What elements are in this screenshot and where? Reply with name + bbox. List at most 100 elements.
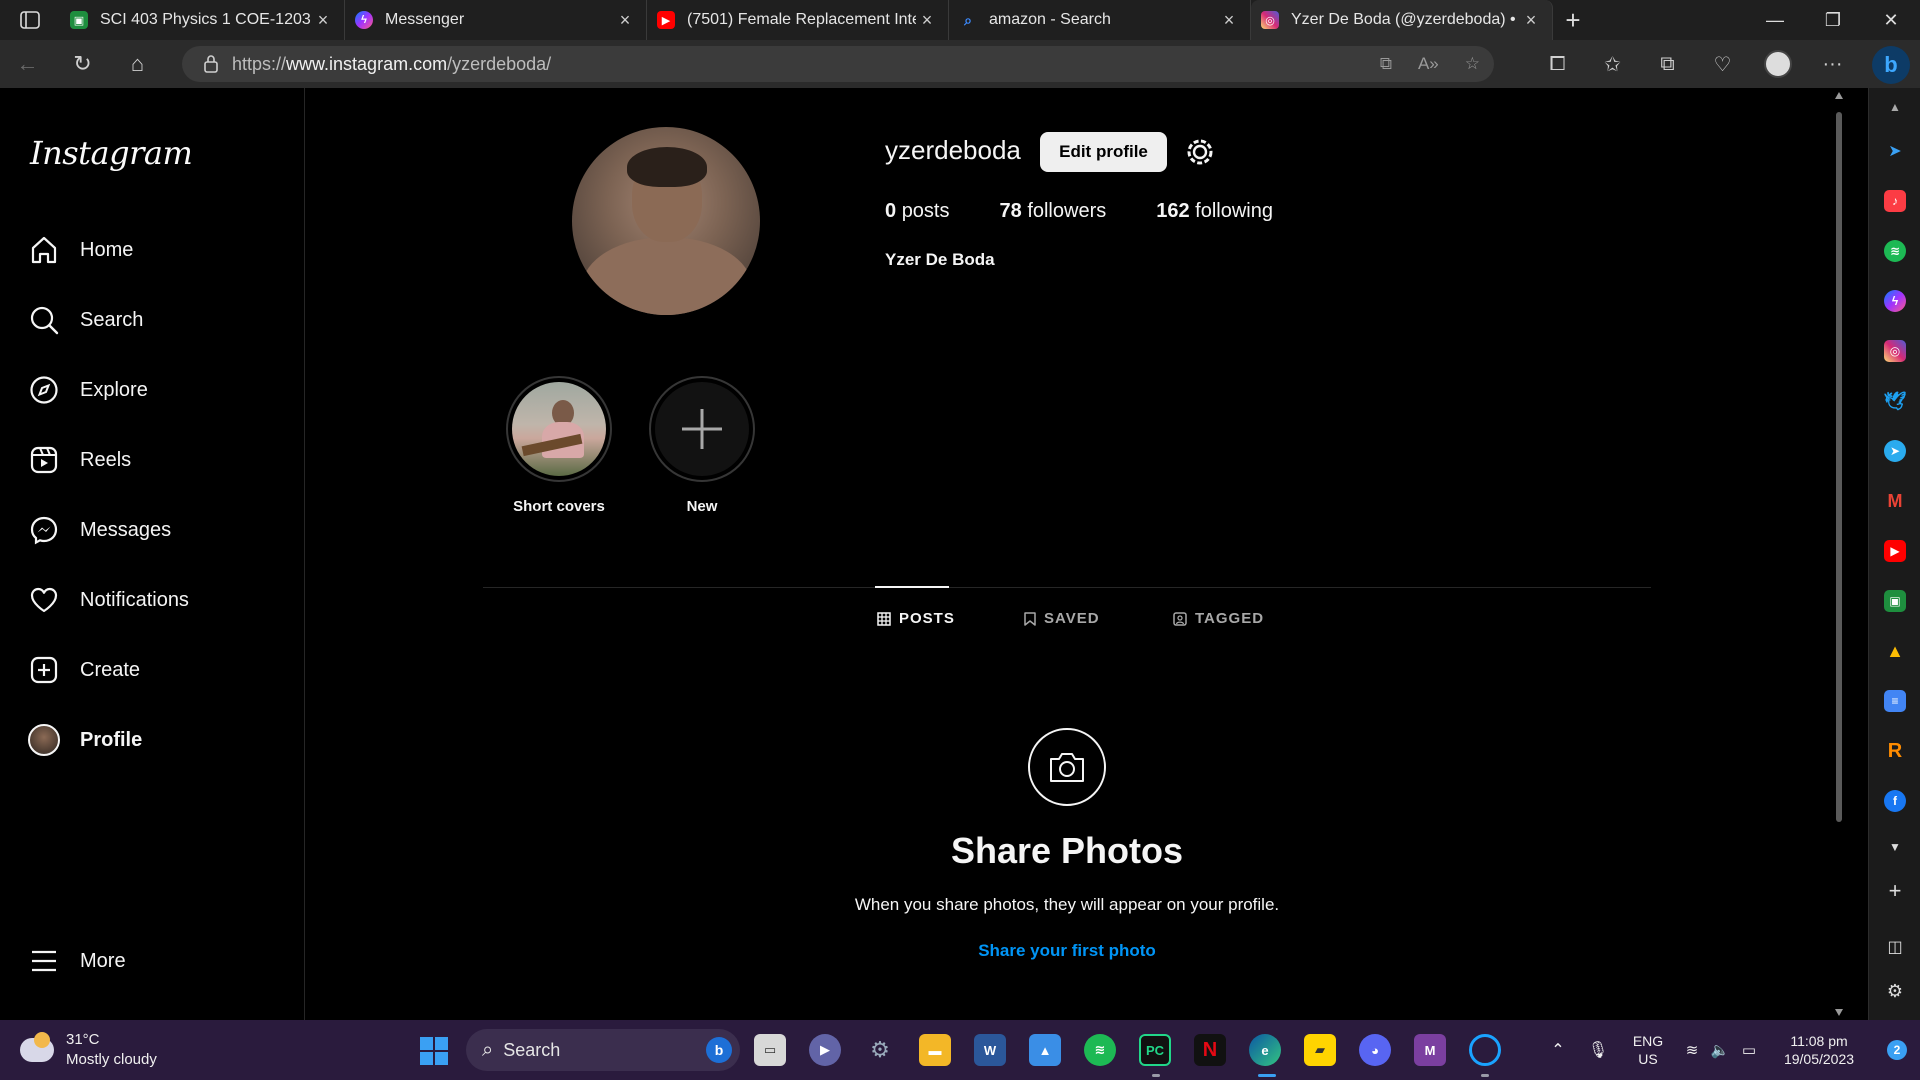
youtube-icon[interactable]: ▶ <box>1884 540 1906 562</box>
microphone-icon[interactable]: 🎙 <box>1578 1040 1618 1060</box>
weather-widget[interactable]: 31°C Mostly cloudy <box>20 1030 157 1070</box>
close-tab-icon[interactable]: × <box>1520 10 1542 31</box>
sidebar-settings-icon[interactable]: ⚙ <box>1884 980 1906 1002</box>
r-app-icon[interactable]: R <box>1884 740 1906 762</box>
tab-tagged[interactable]: TAGGED <box>1173 610 1264 627</box>
highlight-short-covers[interactable]: Short covers <box>506 376 612 515</box>
search-icon: ⌕ <box>964 11 972 28</box>
highlight-new[interactable]: New <box>649 376 755 515</box>
restore-icon[interactable]: ❐ <box>1804 0 1862 40</box>
send-icon[interactable]: ➤ <box>1884 140 1906 162</box>
discord-icon[interactable]: ◕ <box>1359 1034 1391 1066</box>
close-tab-icon[interactable]: × <box>312 10 334 31</box>
word-icon[interactable]: W <box>974 1034 1006 1066</box>
google-drive-icon[interactable]: ▲ <box>1884 640 1906 662</box>
photos-icon[interactable]: ▲ <box>1029 1034 1061 1066</box>
extensions-icon[interactable]: ⧠ <box>1530 40 1585 88</box>
edit-profile-button[interactable]: Edit profile <box>1040 132 1167 172</box>
browser-tab-active[interactable]: ◎ Yzer De Boda (@yzerdeboda) • In × <box>1251 0 1553 40</box>
nav-item-search[interactable]: Search <box>28 296 143 344</box>
address-bar[interactable]: https://www.instagram.com/yzerdeboda/ ⧉ … <box>182 46 1494 82</box>
spotify-icon[interactable]: ≋ <box>1084 1034 1116 1066</box>
browser-tab[interactable]: ▣ SCI 403 Physics 1 COE-1203 Mon × <box>60 0 345 40</box>
share-first-photo-link[interactable]: Share your first photo <box>0 941 1920 961</box>
nav-item-explore[interactable]: Explore <box>28 366 148 414</box>
followers-link[interactable]: 78 followers <box>1000 200 1107 223</box>
classroom-icon[interactable]: ▣ <box>1884 590 1906 612</box>
open-in-app-icon[interactable]: ⧉ <box>1380 54 1392 74</box>
new-tab-button[interactable]: + <box>1553 0 1593 40</box>
following-link[interactable]: 162 following <box>1156 200 1273 223</box>
favorites-icon[interactable]: ✩ <box>1585 40 1640 88</box>
profile-avatar[interactable] <box>1750 40 1805 88</box>
close-tab-icon[interactable]: × <box>916 10 938 31</box>
task-view-icon[interactable]: ▭ <box>754 1034 786 1066</box>
telegram-icon[interactable]: ➤ <box>1884 440 1906 462</box>
pycharm-icon[interactable]: PC <box>1139 1034 1171 1066</box>
sidebar-scroll-up-icon[interactable]: ▲ <box>1884 96 1906 118</box>
notification-center[interactable]: 2 <box>1874 1040 1920 1060</box>
home-button[interactable]: ⌂ <box>110 40 165 88</box>
minimize-icon[interactable]: — <box>1746 0 1804 40</box>
bing-copilot-button[interactable]: b <box>1872 46 1910 84</box>
m-app-icon[interactable]: M <box>1414 1034 1446 1066</box>
tab-posts[interactable]: POSTS <box>877 610 955 627</box>
nav-item-home[interactable]: Home <box>28 226 133 274</box>
nav-item-notifications[interactable]: Notifications <box>28 576 189 624</box>
nav-label: Notifications <box>80 588 189 611</box>
browser-tab[interactable]: ϟ Messenger × <box>345 0 647 40</box>
wifi-icon[interactable]: ≋ <box>1678 1041 1706 1059</box>
sticky-notes-icon[interactable]: ▰ <box>1304 1034 1336 1066</box>
chevron-up-icon[interactable]: ⌃ <box>1538 1040 1578 1060</box>
close-tab-icon[interactable]: × <box>614 10 636 31</box>
read-aloud-icon[interactable]: A» <box>1418 54 1439 74</box>
nav-item-profile[interactable]: Profile <box>28 716 142 764</box>
edge-icon[interactable]: e <box>1249 1034 1281 1066</box>
twitter-icon[interactable]: 🕊 <box>1884 390 1907 412</box>
taskbar-search[interactable]: ⌕ Search b <box>466 1029 740 1071</box>
clock[interactable]: 11:08 pm 19/05/2023 <box>1764 1032 1874 1068</box>
page-scrollbar[interactable] <box>1832 88 1846 1020</box>
close-window-icon[interactable]: ✕ <box>1862 0 1920 40</box>
apple-music-icon[interactable]: ♪ <box>1884 190 1906 212</box>
language-indicator[interactable]: ENG US <box>1618 1032 1678 1068</box>
close-tab-icon[interactable]: × <box>1218 10 1240 31</box>
cortana-icon[interactable] <box>1469 1034 1501 1066</box>
instagram-icon[interactable]: ◎ <box>1884 340 1906 362</box>
browser-tab[interactable]: ⌕ amazon - Search × <box>949 0 1251 40</box>
back-button[interactable]: ← <box>0 40 55 88</box>
messenger-icon[interactable]: ϟ <box>1884 290 1906 312</box>
battery-icon[interactable]: ▭ <box>1734 1041 1764 1059</box>
teams-chat-icon[interactable]: ▶ <box>809 1034 841 1066</box>
nav-item-create[interactable]: Create <box>28 646 140 694</box>
volume-icon[interactable]: 🔈 <box>1706 1041 1734 1059</box>
scroll-thumb[interactable] <box>1836 112 1842 822</box>
tab-actions-button[interactable] <box>0 0 60 40</box>
tab-saved[interactable]: SAVED <box>1024 610 1100 627</box>
nav-item-messages[interactable]: Messages <box>28 506 171 554</box>
windows-start-icon[interactable] <box>420 1037 448 1065</box>
sidebar-expand-icon[interactable]: ▼ <box>1884 836 1906 858</box>
instagram-logo[interactable]: Instagram <box>30 134 193 172</box>
gmail-icon[interactable]: M <box>1884 490 1906 512</box>
netflix-icon[interactable]: N <box>1194 1034 1226 1066</box>
file-explorer-icon[interactable]: ▬ <box>919 1034 951 1066</box>
refresh-button[interactable]: ↻ <box>55 40 110 88</box>
profile-avatar-large[interactable] <box>572 127 760 315</box>
nav-item-reels[interactable]: Reels <box>28 436 131 484</box>
posts-count: 0 posts <box>885 200 950 222</box>
browser-essentials-icon[interactable]: ♡ <box>1695 40 1750 88</box>
scroll-up-arrow[interactable] <box>1835 92 1843 99</box>
scroll-down-arrow[interactable] <box>1835 1009 1843 1016</box>
spotify-icon[interactable]: ≋ <box>1884 240 1906 262</box>
settings-gear-icon[interactable] <box>1184 136 1216 168</box>
hide-sidebar-icon[interactable]: ◫ <box>1884 936 1906 958</box>
facebook-icon[interactable]: f <box>1884 790 1906 812</box>
settings-icon[interactable]: ⚙ <box>864 1034 896 1066</box>
browser-tab[interactable]: ▶ (7501) Female Replacement Intel × <box>647 0 949 40</box>
google-docs-icon[interactable]: ≡ <box>1884 690 1906 712</box>
add-sidebar-app-icon[interactable]: + <box>1884 878 1906 903</box>
collections-icon[interactable]: ⧉ <box>1640 40 1695 88</box>
more-menu-icon[interactable]: ··· <box>1805 40 1860 88</box>
add-favorite-icon[interactable]: ☆ <box>1465 54 1480 74</box>
